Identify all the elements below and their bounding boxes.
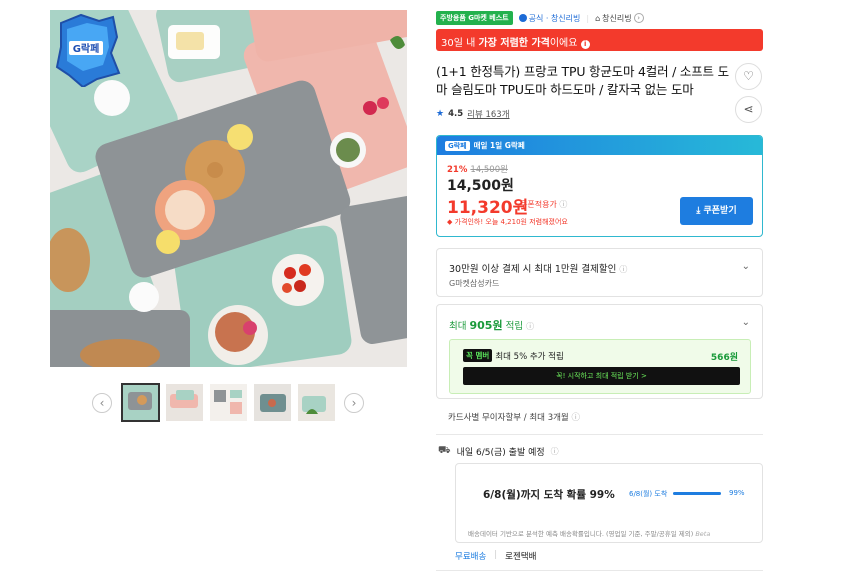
chevron-down-icon[interactable]: ⌄ xyxy=(742,317,750,328)
thumbnail-5[interactable] xyxy=(298,384,335,421)
membership-box: 꼭 멤버 최대 5% 추가 적립 566원 꼭! 시작하고 최대 적립 받기 > xyxy=(449,339,751,394)
info-icon[interactable]: ⓘ xyxy=(571,413,580,423)
probability-bar-fill xyxy=(673,492,721,495)
g-rakpe-logo: G락페 xyxy=(55,13,121,87)
rating: ★ 4.5 리뷰 163개 xyxy=(436,108,510,120)
home-icon: ⌂ xyxy=(595,13,601,23)
member-badge: 꼭 멤버 xyxy=(463,349,493,362)
info-icon[interactable]: ⓘ xyxy=(559,200,567,209)
delivery-note: 배송데이터 기반으로 분석한 예측 배송확률입니다. (영업일 기준, 주말/공… xyxy=(468,530,711,538)
product-main-image[interactable]: G락페 xyxy=(50,10,407,367)
heart-icon[interactable]: ♡ xyxy=(735,63,762,90)
installment-info: 카드사별 무이자할부 / 최대 3개월 ⓘ xyxy=(448,413,580,423)
g-rakpe-mini-logo: G락페 xyxy=(445,140,470,151)
official-store-link[interactable]: 공식 · 창신리빙 xyxy=(518,13,580,24)
thumbnail-2[interactable] xyxy=(166,384,203,421)
coupon-applied-label: 쿠폰적용가 ⓘ xyxy=(520,200,568,209)
price-box: G락페 매일 1일 G락페 21% 14,500원 14,500원 11,320원… xyxy=(436,135,763,237)
shield-icon xyxy=(518,14,527,22)
shop-link[interactable]: ⌂ 창신리빙 › xyxy=(595,13,644,24)
chevron-down-icon[interactable]: ⌄ xyxy=(742,261,750,272)
shipping-method: 무료배송 | 로젠택배 xyxy=(455,550,537,562)
info-icon[interactable]: i xyxy=(580,40,590,49)
info-icon[interactable]: ⓘ xyxy=(526,322,534,331)
thumbnail-1[interactable] xyxy=(121,383,160,422)
thumbnail-strip: ‹ › xyxy=(92,383,372,422)
divider xyxy=(436,434,763,435)
info-icon[interactable]: ⓘ xyxy=(551,446,559,457)
reviews-link[interactable]: 리뷰 163개 xyxy=(467,108,509,120)
card-discount-panel[interactable]: 30만원 이상 결제 시 최대 1만원 결제할인 ⓘ G마켓삼성카드 ⌄ xyxy=(436,248,763,297)
seller-tags: 주방용품 G마켓 베스트 공식 · 창신리빙 | ⌂ 창신리빙 › xyxy=(436,11,644,25)
thumbnail-3[interactable] xyxy=(210,384,247,421)
divider xyxy=(436,570,763,571)
get-coupon-button[interactable]: ⤓ 쿠폰받기 xyxy=(680,197,753,225)
info-icon[interactable]: ⓘ xyxy=(619,265,627,274)
price-drop-note: ◆ 가격인하! 오늘 4,210원 저렴해졌어요 xyxy=(447,218,568,226)
chevron-left-icon[interactable]: ‹ xyxy=(92,393,112,413)
sale-price: 14,500원 xyxy=(447,178,514,194)
thumbnail-4[interactable] xyxy=(254,384,291,421)
discount: 21% 14,500원 xyxy=(447,165,508,175)
svg-text:G락페: G락페 xyxy=(73,42,100,55)
probability-bar xyxy=(673,492,721,495)
delivery-probability: 6/8(월)까지 도착 확률 99% xyxy=(483,489,615,501)
lowest-price-banner: 30일 내 가장 저렴한 가격이에요 i xyxy=(436,29,763,51)
member-points: 566원 xyxy=(710,353,738,363)
truck-icon: ⛟ xyxy=(438,445,451,456)
membership-cta-button[interactable]: 꼭! 시작하고 최대 적립 받기 > xyxy=(463,367,740,385)
chevron-right-icon[interactable]: › xyxy=(344,393,364,413)
product-title: (1+1 한정특가) 프랑코 TPU 항균도마 4컬러 / 소프트 도마 슬림도… xyxy=(436,64,729,97)
coupon-price: 11,320원 xyxy=(447,198,529,218)
chevron-right-icon: › xyxy=(633,13,644,23)
download-icon: ⤓ xyxy=(696,206,701,216)
star-icon: ★ xyxy=(436,109,445,119)
shipping-departure: ⛟ 내일 6/5(금) 출발 예정 ⓘ xyxy=(438,445,559,458)
best-badge: 주방용품 G마켓 베스트 xyxy=(436,11,513,25)
points-panel: 최대 905원 적립 ⓘ ⌄ 꼭 멤버 최대 5% 추가 적립 566원 꼭! 시… xyxy=(436,304,763,399)
price-box-header: G락페 매일 1일 G락페 xyxy=(437,136,762,155)
delivery-probability-box: 6/8(월)까지 도착 확률 99% 6/8(월) 도착 99% 배송데이터 기… xyxy=(455,463,763,543)
share-icon[interactable]: ⋖ xyxy=(735,96,762,123)
